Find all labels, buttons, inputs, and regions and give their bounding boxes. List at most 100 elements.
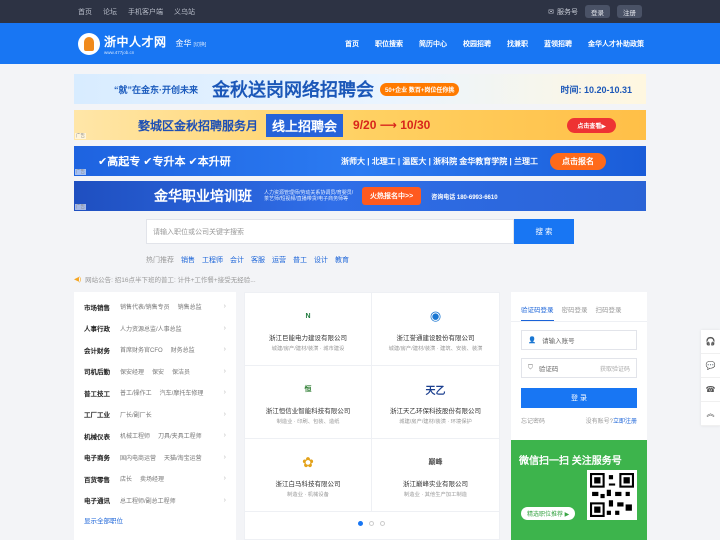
nav-campus[interactable]: 校园招聘 [455, 39, 499, 49]
category-sub[interactable]: 总工程师/副总工程师 [120, 496, 176, 505]
banner4-signup-button[interactable]: 火热报名中>> [362, 187, 422, 205]
category-row[interactable]: 电子商务 国内电商运营 天猫/淘宝运营 › [84, 447, 226, 469]
category-name: 工厂工业 [84, 412, 110, 420]
get-code-button[interactable]: 获取验证码 [600, 364, 630, 373]
banner-education[interactable]: ✔高起专 ✔专升本 ✔本升研 浙师大 | 北理工 | 温医大 | 浙科院 金华教… [74, 146, 646, 176]
banner-jindong-job-fair[interactable]: “就”在金东·开创未来 金秋送岗网络招聘会 50+企业 数百+岗位任你挑 时间:… [74, 74, 646, 104]
banner2-view-button[interactable]: 点击查看▶ [567, 117, 616, 133]
category-row[interactable]: 电子通讯 总工程师/副总工程师 › [84, 490, 226, 512]
carousel-dot[interactable] [358, 521, 363, 526]
top-link-forum[interactable]: 论坛 [103, 7, 117, 17]
tab-qr-login[interactable]: 扫码登录 [596, 304, 622, 321]
account-field[interactable]: 👤 请输入账号 [521, 330, 637, 350]
site-logo[interactable]: 浙中人才网 www.477job.cn [78, 32, 167, 55]
search-button[interactable]: 搜 索 [514, 219, 574, 244]
login-panel: 验证码登录 密码登录 扫码登录 👤 请输入账号 ⛉ 验证码 获取验证码 登 录 … [511, 292, 647, 540]
top-right: ✉ 服务号 登录 注册 [548, 5, 642, 18]
forgot-password-link[interactable]: 忘记密码 [521, 416, 545, 425]
category-name: 人事行政 [84, 326, 110, 334]
category-sub[interactable]: 财务总监 [171, 345, 195, 354]
banner-wucheng-recruit[interactable]: 婺城区金秋招聘服务月 线上招聘会 9/20 ⟶ 10/30 点击查看▶ 广告 [74, 110, 646, 140]
category-row[interactable]: 百货零售 店长 卖场经理 › [84, 468, 226, 490]
search-input[interactable]: 请输入职位或公司关键字搜索 [146, 219, 514, 244]
banner4-title: 金华职业培训班 [154, 188, 252, 204]
nav-job-search[interactable]: 职位搜索 [367, 39, 411, 49]
job-recommend-button[interactable]: 精选职位推荐 ▶ [521, 507, 576, 520]
category-sub[interactable]: 厂长/副厂长 [120, 410, 152, 419]
category-sub[interactable]: 销售总监 [178, 302, 202, 311]
category-sub[interactable]: 机械工程师 [120, 431, 150, 440]
hot-word[interactable]: 会计 [230, 255, 244, 265]
category-row[interactable]: 人事行政 人力资源总监/人事总监 › [84, 318, 226, 340]
nav-subsidy[interactable]: 金华人才补助政策 [580, 39, 644, 49]
category-row[interactable]: 会计财务 首席财务官CFO 财务总监 › [84, 339, 226, 361]
user-icon: 👤 [528, 337, 537, 344]
banner-training[interactable]: 金华职业培训班 人力资源管理师/劳动关系协调员/育婴员/茶艺师/短视频/直播带货… [74, 181, 646, 211]
chevron-right-icon: › [223, 475, 226, 483]
category-sub[interactable]: 店长 [120, 474, 132, 483]
wechat-icon[interactable]: 💬 [701, 354, 720, 378]
hot-word[interactable]: 设计 [314, 255, 328, 265]
company-logo: 天乙 [425, 385, 446, 397]
back-to-top-icon[interactable]: ︽ [701, 402, 720, 426]
top-link-home[interactable]: 首页 [78, 7, 92, 17]
service-account-link[interactable]: ✉ 服务号 [548, 7, 578, 17]
category-sub[interactable]: 刀具/夹具工程师 [158, 431, 202, 440]
category-sub[interactable]: 保安 [152, 367, 164, 376]
category-sub[interactable]: 保安经理 [120, 367, 144, 376]
category-row[interactable]: 普工技工 普工/操作工 汽车/摩托车修理 › [84, 382, 226, 404]
top-link-yiwu[interactable]: 义乌站 [174, 7, 195, 17]
phone-icon[interactable]: ☎ [701, 378, 720, 402]
hot-word[interactable]: 工程师 [202, 255, 223, 265]
banner3-signup-button[interactable]: 点击报名 [550, 152, 606, 170]
banner2-title: 婺城区金秋招聘服务月 [138, 118, 259, 133]
nav-parttime[interactable]: 找兼职 [499, 39, 536, 49]
company-tags: 城建/房产/建材/装潢 · 环境保护 [399, 419, 472, 425]
login-links: 忘记密码 没有账号?立即注册 [521, 416, 637, 425]
hot-word[interactable]: 教育 [335, 255, 349, 265]
category-row[interactable]: 司机后勤 保安经理 保安 保洁员 › [84, 361, 226, 383]
show-all-jobs-link[interactable]: 显示全部职位 [84, 515, 226, 525]
tab-code-login[interactable]: 验证码登录 [521, 304, 554, 321]
nav-bluecollar[interactable]: 蓝领招聘 [536, 39, 580, 49]
company-card[interactable]: 天乙 浙江天乙环保科技股份有限公司 城建/房产/建材/装潢 · 环境保护 [372, 366, 499, 439]
hot-word[interactable]: 客服 [251, 255, 265, 265]
hot-word[interactable]: 销售 [181, 255, 195, 265]
chevron-right-icon: › [223, 432, 226, 440]
carousel-dot[interactable] [369, 521, 374, 526]
category-sub[interactable]: 国内电商运营 [120, 453, 156, 462]
nav-resume[interactable]: 简历中心 [411, 39, 455, 49]
site-notice[interactable]: ◀) 网站公告: 招16点半下班的普工: 计件+工作餐+接受无经验... [74, 274, 256, 284]
category-sub[interactable]: 汽车/摩托车修理 [160, 388, 204, 397]
category-sub[interactable]: 保洁员 [172, 367, 190, 376]
category-sub[interactable]: 首席财务官CFO [120, 345, 163, 354]
company-name: 浙江巅峰实业有限公司 [403, 481, 468, 488]
category-sub[interactable]: 销售代表/销售专员 [120, 302, 170, 311]
category-sub[interactable]: 卖场经理 [140, 474, 164, 483]
headset-icon[interactable]: 🎧 [701, 330, 720, 354]
city-switch[interactable]: 金华 [切换] [176, 38, 207, 49]
category-sub[interactable]: 人力资源总监/人事总监 [120, 324, 182, 333]
company-name: 浙江誉通建设股份有限公司 [396, 335, 475, 342]
top-link-mobile[interactable]: 手机客户端 [128, 7, 163, 17]
category-sub[interactable]: 普工/操作工 [120, 388, 152, 397]
company-card[interactable]: 恒 浙江恒信业智能科技有限公司 制造业 · 印刷、包装、造纸 [245, 366, 372, 439]
register-button[interactable]: 注册 [617, 5, 642, 18]
hot-word[interactable]: 普工 [293, 255, 307, 265]
company-card[interactable]: ✿ 浙江白马科技有限公司 制造业 · 机械设备 [245, 439, 372, 512]
category-row[interactable]: 机械仪表 机械工程师 刀具/夹具工程师 › [84, 425, 226, 447]
category-row[interactable]: 市场销售 销售代表/销售专员 销售总监 › [84, 296, 226, 318]
register-link[interactable]: 立即注册 [613, 419, 637, 425]
company-card[interactable]: 巅峰 浙江巅峰实业有限公司 制造业 · 其他生产加工制造 [372, 439, 499, 512]
company-card[interactable]: N 浙江巨能电力建设有限公司 城建/房产/建材/装潢 · 城市建设 [245, 293, 372, 366]
submit-login-button[interactable]: 登 录 [521, 388, 637, 408]
carousel-dot[interactable] [380, 521, 385, 526]
nav-home[interactable]: 首页 [337, 39, 367, 49]
code-field[interactable]: ⛉ 验证码 获取验证码 [521, 358, 637, 378]
login-button[interactable]: 登录 [585, 5, 610, 18]
tab-password-login[interactable]: 密码登录 [562, 304, 588, 321]
company-card[interactable]: ◉ 浙江誉通建设股份有限公司 城建/房产/建材/装潢 · 建筑、安装、装潢 [372, 293, 499, 366]
category-row[interactable]: 工厂工业 厂长/副厂长 › [84, 404, 226, 426]
hot-word[interactable]: 运营 [272, 255, 286, 265]
category-sub[interactable]: 天猫/淘宝运营 [164, 453, 202, 462]
